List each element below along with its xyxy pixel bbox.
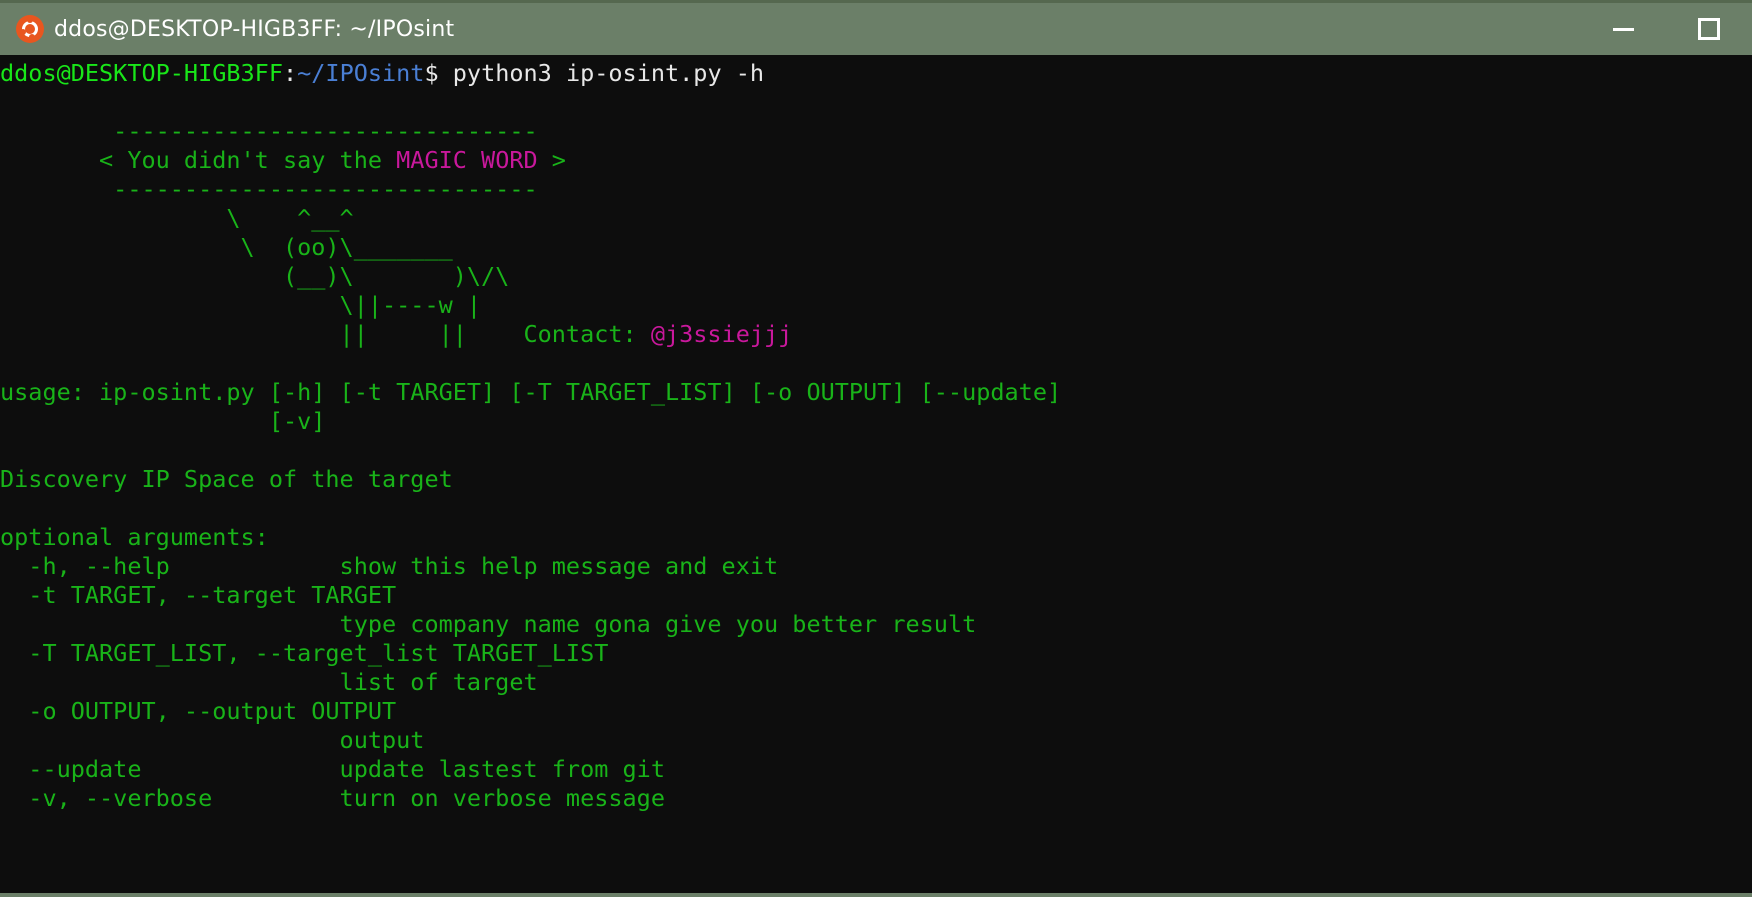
argument-row: -h, --help show this help message and ex…: [0, 552, 779, 580]
cow-art-line: \ ^__^: [0, 204, 354, 232]
contact-handle: @j3ssiejjj: [650, 320, 793, 348]
banner-top-border: ------------------------------: [0, 117, 538, 145]
prompt-symbol: $: [424, 59, 439, 87]
argument-row: -o OUTPUT, --output OUTPUT: [0, 697, 397, 725]
terminal-output-area[interactable]: ddos@DESKTOP-HIGB3FF:~/IPOsint$ python3 …: [0, 55, 1752, 893]
minimize-icon: [1612, 27, 1634, 31]
prompt-command: python3 ip-osint.py -h: [438, 59, 765, 87]
prompt-separator: :: [282, 59, 298, 87]
titlebar-left-group: ddos@DESKTOP-HIGB3FF: ~/IPOsint: [16, 15, 454, 43]
banner-bottom-border: ------------------------------: [0, 175, 538, 203]
window-titlebar[interactable]: ddos@DESKTOP-HIGB3FF: ~/IPOsint: [0, 0, 1752, 55]
optional-arguments-heading: optional arguments:: [0, 523, 269, 551]
contact-label: || || Contact:: [0, 320, 651, 348]
argument-row: -T TARGET_LIST, --target_list TARGET_LIS…: [0, 639, 609, 667]
usage-line-1: usage: ip-osint.py [-h] [-t TARGET] [-T …: [0, 378, 1062, 406]
prompt-user-host: ddos@DESKTOP-HIGB3FF: [0, 59, 283, 87]
help-description: Discovery IP Space of the target: [0, 465, 453, 493]
prompt-path: ~/IPOsint: [297, 59, 425, 87]
window-title: ddos@DESKTOP-HIGB3FF: ~/IPOsint: [54, 16, 455, 42]
terminal-window: ddos@DESKTOP-HIGB3FF: ~/IPOsint ddos@DES…: [0, 0, 1752, 897]
cow-art-line: \ (oo)\_______: [0, 233, 453, 261]
minimize-button[interactable]: [1580, 3, 1666, 55]
argument-row: --update update lastest from git: [0, 755, 665, 783]
cow-art-line: (__)\ )\/\: [0, 262, 510, 290]
argument-row: -t TARGET, --target TARGET: [0, 581, 397, 609]
window-controls: [1580, 3, 1752, 55]
argument-row: output: [0, 726, 425, 754]
banner-speech-open: < You didn't say the: [0, 146, 397, 174]
argument-row: -v, --verbose turn on verbose message: [0, 784, 665, 812]
banner-speech-close: >: [537, 146, 566, 174]
ubuntu-logo-icon: [16, 15, 44, 43]
argument-row: list of target: [0, 668, 538, 696]
prompt-line: ddos@DESKTOP-HIGB3FF:~/IPOsint$ python3 …: [0, 59, 1752, 88]
cow-art-line: \||----w |: [0, 291, 482, 319]
usage-line-2: [-v]: [0, 407, 326, 435]
argument-row: type company name gona give you better r…: [0, 610, 977, 638]
maximize-button[interactable]: [1666, 3, 1752, 55]
maximize-icon: [1698, 18, 1720, 40]
contact-line: || || Contact: @j3ssiejjj: [0, 320, 1752, 349]
banner-magic-word: MAGIC WORD: [396, 146, 538, 174]
banner-speech-line: < You didn't say the MAGIC WORD >: [0, 146, 1752, 175]
